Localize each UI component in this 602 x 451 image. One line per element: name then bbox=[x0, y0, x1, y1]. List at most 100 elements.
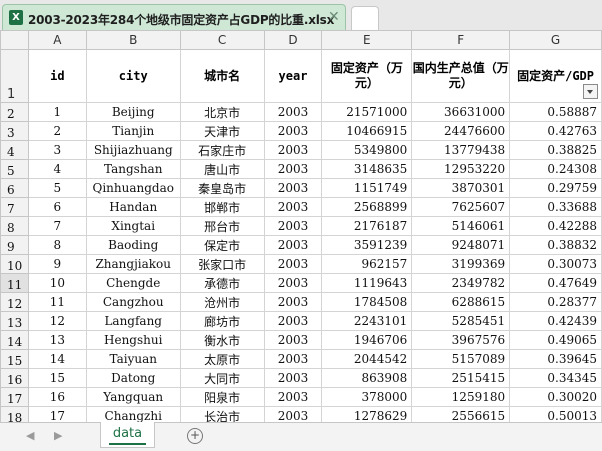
cell-year[interactable]: 2003 bbox=[263, 387, 323, 407]
cell-id[interactable]: 17 bbox=[27, 406, 87, 422]
cell-ratio[interactable]: 0.42439 bbox=[509, 311, 602, 331]
cell-fixed[interactable]: 10466915 bbox=[321, 121, 413, 141]
header-cell[interactable]: 国内生产总值（万元） bbox=[411, 49, 511, 103]
cell-city[interactable]: Hengshui bbox=[85, 330, 181, 350]
row-number[interactable]: 12 bbox=[0, 292, 29, 312]
cell-gdp[interactable]: 5146061 bbox=[411, 216, 511, 236]
cell-gdp[interactable]: 2349782 bbox=[411, 273, 511, 293]
cell-ratio[interactable]: 0.30020 bbox=[509, 387, 602, 407]
cell-year[interactable]: 2003 bbox=[263, 368, 323, 388]
column-header-d[interactable]: D bbox=[263, 30, 323, 50]
cell-cn[interactable]: 石家庄市 bbox=[179, 140, 265, 160]
cell-year[interactable]: 2003 bbox=[263, 121, 323, 141]
close-tab-icon[interactable]: ✕ bbox=[328, 9, 340, 25]
cell-fixed[interactable]: 2243101 bbox=[321, 311, 413, 331]
cell-cn[interactable]: 承德市 bbox=[179, 273, 265, 293]
cell-cn[interactable]: 廊坊市 bbox=[179, 311, 265, 331]
cell-gdp[interactable]: 24476600 bbox=[411, 121, 511, 141]
cell-fixed[interactable]: 1119643 bbox=[321, 273, 413, 293]
cell-ratio[interactable]: 0.47649 bbox=[509, 273, 602, 293]
cell-cn[interactable]: 天津市 bbox=[179, 121, 265, 141]
cell-gdp[interactable]: 5285451 bbox=[411, 311, 511, 331]
row-number[interactable]: 18 bbox=[0, 406, 29, 422]
cell-id[interactable]: 8 bbox=[27, 235, 87, 255]
cell-fixed[interactable]: 962157 bbox=[321, 254, 413, 274]
cell-city[interactable]: Xingtai bbox=[85, 216, 181, 236]
cell-id[interactable]: 5 bbox=[27, 178, 87, 198]
cell-gdp[interactable]: 2515415 bbox=[411, 368, 511, 388]
add-sheet-icon[interactable]: + bbox=[187, 428, 203, 444]
header-cell[interactable]: 固定资产（万元） bbox=[321, 49, 413, 103]
cell-year[interactable]: 2003 bbox=[263, 178, 323, 198]
cell-city[interactable]: Tangshan bbox=[85, 159, 181, 179]
column-header-g[interactable]: G bbox=[509, 30, 602, 50]
sheet-tab-data[interactable]: data bbox=[100, 422, 155, 448]
cell-id[interactable]: 11 bbox=[27, 292, 87, 312]
cell-year[interactable]: 2003 bbox=[263, 406, 323, 422]
cell-city[interactable]: Shijiazhuang bbox=[85, 140, 181, 160]
cell-ratio[interactable]: 0.28377 bbox=[509, 292, 602, 312]
cell-gdp[interactable]: 13779438 bbox=[411, 140, 511, 160]
column-header-c[interactable]: C bbox=[179, 30, 265, 50]
cell-ratio[interactable]: 0.33688 bbox=[509, 197, 602, 217]
cell-cn[interactable]: 邯郸市 bbox=[179, 197, 265, 217]
cell-fixed[interactable]: 1784508 bbox=[321, 292, 413, 312]
cell-cn[interactable]: 张家口市 bbox=[179, 254, 265, 274]
row-number[interactable]: 3 bbox=[0, 121, 29, 141]
cell-ratio[interactable]: 0.24308 bbox=[509, 159, 602, 179]
row-number[interactable]: 10 bbox=[0, 254, 29, 274]
prev-sheet-icon[interactable]: ◀ bbox=[26, 429, 34, 442]
cell-gdp[interactable]: 2556615 bbox=[411, 406, 511, 422]
cell-cn[interactable]: 沧州市 bbox=[179, 292, 265, 312]
cell-id[interactable]: 15 bbox=[27, 368, 87, 388]
cell-cn[interactable]: 长治市 bbox=[179, 406, 265, 422]
cell-fixed[interactable]: 2568899 bbox=[321, 197, 413, 217]
cell-ratio[interactable]: 0.30073 bbox=[509, 254, 602, 274]
cell-gdp[interactable]: 9248071 bbox=[411, 235, 511, 255]
cell-fixed[interactable]: 21571000 bbox=[321, 102, 413, 122]
column-header-a[interactable]: A bbox=[27, 30, 87, 50]
row-number[interactable]: 9 bbox=[0, 235, 29, 255]
cell-fixed[interactable]: 1151749 bbox=[321, 178, 413, 198]
cell-city[interactable]: Langfang bbox=[85, 311, 181, 331]
row-number[interactable]: 4 bbox=[0, 140, 29, 160]
cell-id[interactable]: 7 bbox=[27, 216, 87, 236]
row-number[interactable]: 17 bbox=[0, 387, 29, 407]
cell-ratio[interactable]: 0.42288 bbox=[509, 216, 602, 236]
cell-fixed[interactable]: 1278629 bbox=[321, 406, 413, 422]
cell-id[interactable]: 12 bbox=[27, 311, 87, 331]
row-number[interactable]: 8 bbox=[0, 216, 29, 236]
cell-city[interactable]: Chengde bbox=[85, 273, 181, 293]
select-all-corner[interactable] bbox=[0, 30, 29, 50]
cell-gdp[interactable]: 7625607 bbox=[411, 197, 511, 217]
cell-cn[interactable]: 大同市 bbox=[179, 368, 265, 388]
cell-city[interactable]: Tianjin bbox=[85, 121, 181, 141]
cell-fixed[interactable]: 5349800 bbox=[321, 140, 413, 160]
row-number[interactable]: 15 bbox=[0, 349, 29, 369]
cell-ratio[interactable]: 0.34345 bbox=[509, 368, 602, 388]
file-tab[interactable]: X 2003-2023年284个地级市固定资产占GDP的比重.xlsx ✕ bbox=[2, 4, 346, 30]
cell-city[interactable]: Cangzhou bbox=[85, 292, 181, 312]
cell-year[interactable]: 2003 bbox=[263, 216, 323, 236]
cell-gdp[interactable]: 36631000 bbox=[411, 102, 511, 122]
cell-year[interactable]: 2003 bbox=[263, 102, 323, 122]
cell-fixed[interactable]: 3148635 bbox=[321, 159, 413, 179]
cell-id[interactable]: 3 bbox=[27, 140, 87, 160]
next-sheet-icon[interactable]: ▶ bbox=[54, 429, 62, 442]
header-cell[interactable]: 城市名 bbox=[179, 49, 265, 103]
cell-city[interactable]: Baoding bbox=[85, 235, 181, 255]
cell-gdp[interactable]: 5157089 bbox=[411, 349, 511, 369]
cell-ratio[interactable]: 0.38832 bbox=[509, 235, 602, 255]
cell-fixed[interactable]: 1946706 bbox=[321, 330, 413, 350]
cell-fixed[interactable]: 863908 bbox=[321, 368, 413, 388]
cell-year[interactable]: 2003 bbox=[263, 159, 323, 179]
row-number[interactable]: 7 bbox=[0, 197, 29, 217]
column-header-e[interactable]: E bbox=[321, 30, 413, 50]
cell-city[interactable]: Handan bbox=[85, 197, 181, 217]
cell-ratio[interactable]: 0.58887 bbox=[509, 102, 602, 122]
column-header-b[interactable]: B bbox=[85, 30, 181, 50]
cell-year[interactable]: 2003 bbox=[263, 254, 323, 274]
cell-gdp[interactable]: 12953220 bbox=[411, 159, 511, 179]
cell-ratio[interactable]: 0.38825 bbox=[509, 140, 602, 160]
header-cell[interactable]: id bbox=[27, 49, 87, 103]
